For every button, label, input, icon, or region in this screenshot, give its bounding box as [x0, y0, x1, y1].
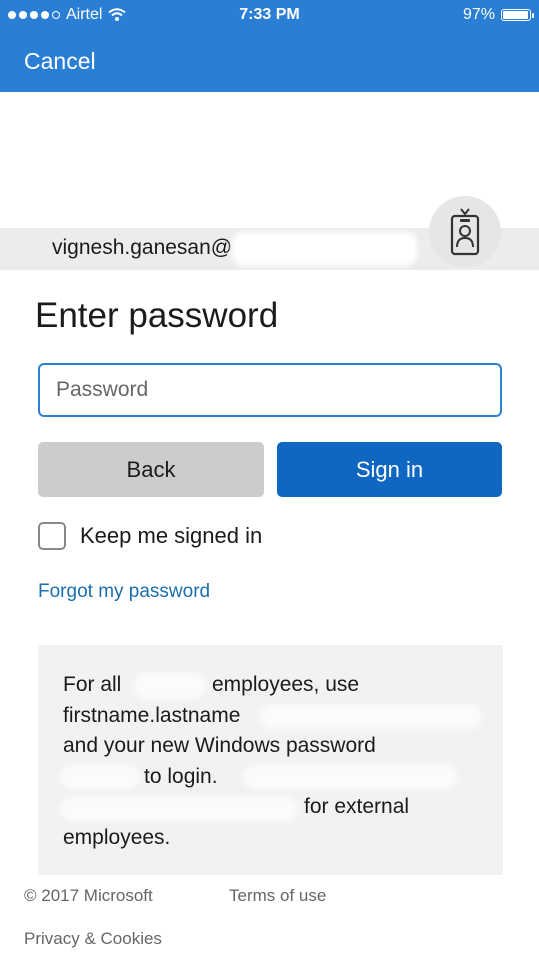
password-input[interactable] [38, 363, 502, 417]
redaction [232, 232, 417, 266]
info-line-1a: For all [63, 673, 122, 696]
info-line-4: to login. [144, 765, 218, 788]
redaction [60, 797, 298, 821]
back-button[interactable]: Back [38, 442, 264, 497]
info-line-2: firstname.lastname [63, 704, 241, 727]
terms-of-use-link[interactable]: Terms of use [229, 886, 326, 906]
top-bar: Airtel 7:33 PM 97% Cancel [0, 0, 539, 92]
redaction [243, 765, 457, 789]
redaction [260, 705, 482, 729]
info-line-6: employees. [63, 826, 171, 849]
info-line-1b: employees, use [212, 673, 360, 696]
badge-icon [429, 196, 501, 268]
redaction [60, 765, 140, 789]
copyright: © 2017 Microsoft [24, 886, 153, 905]
redaction [134, 673, 206, 699]
status-bar: Airtel 7:33 PM 97% [0, 0, 539, 30]
keep-signed-in-label: Keep me signed in [80, 523, 263, 548]
info-line-5: for external [304, 795, 410, 818]
page-title: Enter password [35, 296, 279, 335]
forgot-password-link[interactable]: Forgot my password [38, 581, 210, 603]
status-time: 7:33 PM [239, 6, 300, 23]
cancel-button[interactable]: Cancel [24, 48, 96, 75]
keep-signed-in-checkbox[interactable] [38, 522, 66, 550]
battery-percent: 97% [462, 6, 495, 23]
status-right: 97% [462, 6, 534, 24]
account-email: vignesh.ganesan@ [52, 236, 233, 259]
info-line-3: and your new Windows password [63, 734, 376, 757]
keep-signed-in[interactable]: Keep me signed in [38, 522, 262, 550]
battery-icon [501, 9, 534, 21]
sign-in-button[interactable]: Sign in [277, 442, 502, 497]
info-box: For all employees, use firstname.lastnam… [38, 645, 503, 875]
privacy-cookies-link[interactable]: Privacy & Cookies [24, 929, 162, 949]
